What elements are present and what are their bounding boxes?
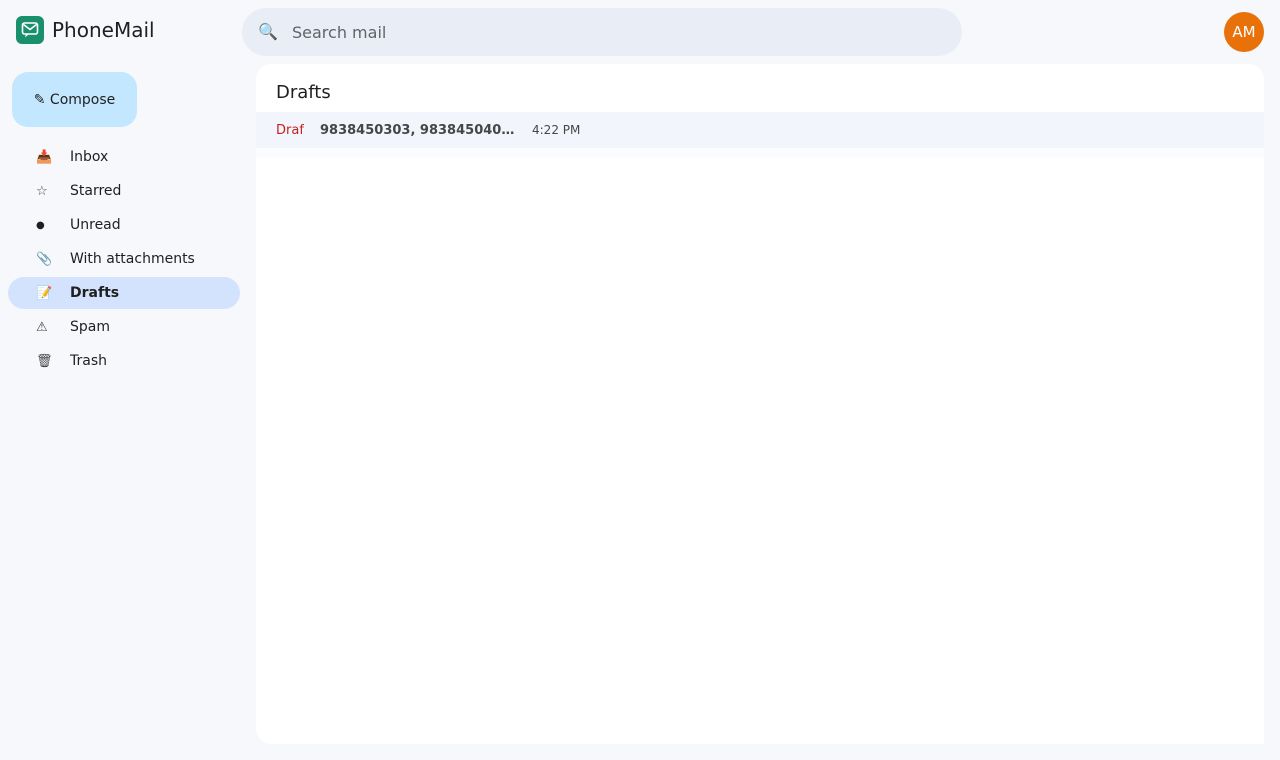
- compose-button[interactable]: ✎ Compose: [12, 72, 137, 127]
- sidebar-item-label: Unread: [70, 217, 121, 233]
- sidebar-nav: 📥 Inbox ☆ Starred ● Unread 📎 With attach…: [8, 141, 240, 379]
- app-name: PhoneMail: [52, 18, 155, 42]
- sidebar-item-with-attachments[interactable]: 📎 With attachments: [8, 243, 240, 275]
- sidebar-item-label: Starred: [70, 183, 122, 199]
- star-icon: ☆: [36, 183, 48, 199]
- mail-app: PhoneMail 🔍 AM ✎ Compose 📥 Inbox ☆ Starr…: [0, 0, 1280, 760]
- page-title: Drafts: [276, 82, 331, 103]
- row-divider: [256, 148, 1264, 158]
- sidebar-item-label: Spam: [70, 319, 110, 335]
- list-item[interactable]: Draft 9838450303, 9838450404 — 4:22 PM: [256, 112, 1264, 148]
- draft-label: Draft: [276, 123, 304, 138]
- sidebar-item-label: Trash: [70, 353, 107, 369]
- trash-icon: 🗑: [36, 353, 53, 369]
- mail-list-panel: Drafts Draft 9838450303, 9838450404 — 4:…: [256, 64, 1264, 744]
- recipients: 9838450303, 9838450404 —: [320, 123, 518, 138]
- sidebar-item-trash[interactable]: 🗑 Trash: [8, 345, 240, 377]
- sidebar-item-label: With attachments: [70, 251, 195, 267]
- sidebar-item-spam[interactable]: ⚠ Spam: [8, 311, 240, 343]
- avatar[interactable]: AM: [1224, 12, 1264, 52]
- mail-chat-icon: [16, 16, 44, 44]
- sidebar-item-unread[interactable]: ● Unread: [8, 209, 240, 241]
- sidebar-item-label: Inbox: [70, 149, 109, 165]
- warning-icon: ⚠: [36, 319, 48, 335]
- memo-icon: 📝: [36, 285, 53, 301]
- sidebar-item-starred[interactable]: ☆ Starred: [8, 175, 240, 207]
- sidebar-item-inbox[interactable]: 📥 Inbox: [8, 141, 240, 173]
- sidebar-item-label: Drafts: [70, 285, 120, 301]
- sidebar-item-drafts[interactable]: 📝 Drafts: [8, 277, 240, 309]
- search-icon[interactable]: 🔍: [258, 22, 278, 41]
- timestamp: 4:22 PM: [532, 123, 581, 137]
- paperclip-icon: 📎: [36, 251, 53, 267]
- dot-icon: ●: [36, 219, 45, 231]
- recipient-numbers: 9838450303, 9838450404: [320, 122, 511, 138]
- search-bar[interactable]: 🔍: [242, 8, 962, 56]
- search-input[interactable]: [292, 8, 942, 56]
- inbox-tray-icon: 📥: [36, 149, 53, 165]
- app-logo[interactable]: PhoneMail: [16, 16, 155, 44]
